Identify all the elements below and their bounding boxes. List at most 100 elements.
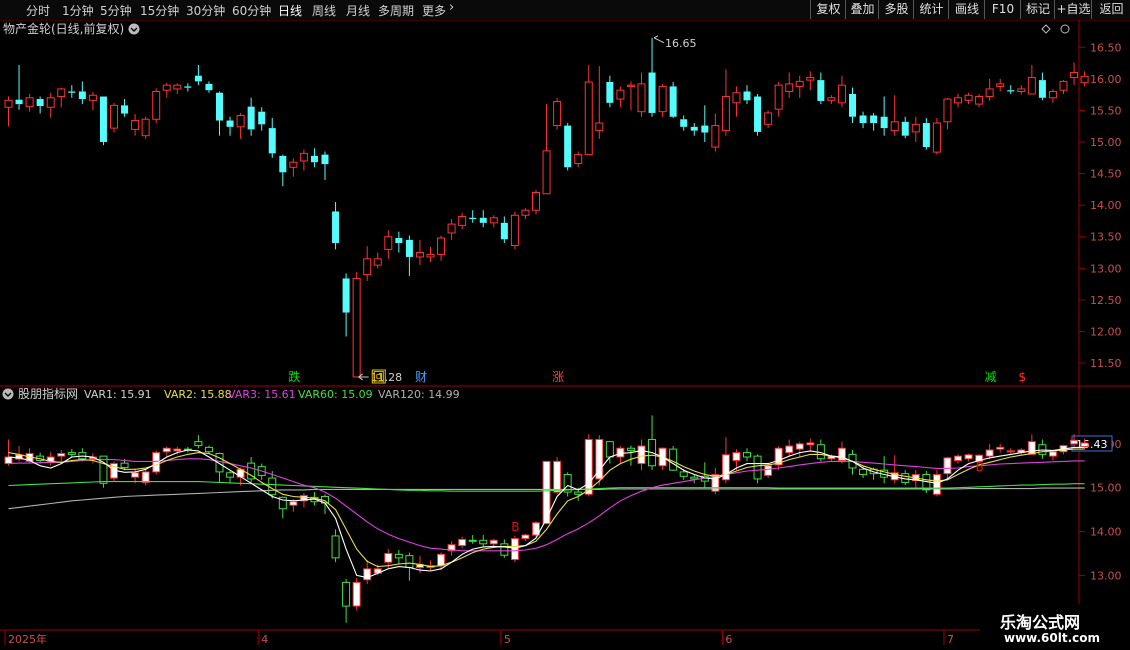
x-tick-label: 2025年	[8, 632, 47, 646]
candle-down	[258, 111, 266, 125]
candle-up	[721, 96, 730, 132]
ind-candle-up	[932, 474, 941, 495]
candle-up	[954, 97, 962, 104]
ind-candle-down	[479, 539, 488, 545]
candle-down	[405, 239, 413, 257]
candle-up	[384, 236, 393, 250]
candle-up	[521, 209, 530, 216]
candle-down	[15, 99, 23, 105]
ind-candle-up	[521, 534, 530, 540]
ind-candle-down	[468, 539, 477, 542]
candle-up	[764, 112, 773, 125]
kline-chart: 16.50 16.00 15.50 15.00 14.50 14.00 13.50 13.00…	[0, 20, 1130, 646]
ind-candle-down	[120, 462, 129, 469]
candle-up	[352, 277, 361, 378]
candle-up	[236, 114, 245, 128]
candle-up	[299, 152, 308, 162]
candle-down	[500, 222, 508, 240]
ind-candle-down	[194, 441, 203, 447]
x-tick-label: 6	[725, 633, 732, 646]
buy-marker: B	[975, 460, 983, 474]
candle-up	[890, 121, 899, 132]
candle-down	[194, 75, 202, 82]
candle-up	[46, 97, 55, 108]
ind-candle-up	[384, 552, 393, 563]
ind-candle-up	[289, 501, 298, 506]
ind-candle-up	[553, 460, 562, 493]
ind-candle-up	[131, 472, 140, 478]
candle-down	[743, 91, 751, 101]
indicator-legend-item: VAR120: 14.99	[378, 388, 460, 401]
ind-candle-down	[268, 477, 277, 496]
candle-down	[184, 86, 192, 88]
indicator-legend-item: VAR2: 15.88	[164, 388, 232, 401]
candle-down	[279, 155, 287, 173]
candle-down	[817, 80, 825, 101]
chart-title: 物产金轮(日线,前复权)	[3, 21, 124, 36]
y-tick-label: 14.50	[1090, 168, 1122, 181]
ind-candle-down	[342, 581, 351, 607]
candle-up	[626, 84, 635, 87]
ind-candle-up	[764, 465, 773, 476]
ind-candle-down	[626, 447, 635, 451]
candle-up	[57, 88, 66, 98]
candle-down	[216, 92, 223, 121]
candle-up	[553, 101, 562, 127]
circle-icon	[1060, 24, 1070, 34]
chevron-down-circle-icon	[2, 388, 14, 400]
ind-candle-up	[162, 447, 171, 453]
candle-down	[205, 83, 213, 91]
candle-up	[426, 253, 435, 258]
ind-candle-down	[405, 555, 414, 568]
candle-up	[732, 92, 741, 104]
indicator-legend-item: VAR1: 15.91	[84, 388, 152, 401]
candle-up	[510, 214, 519, 247]
ind-candle-down	[669, 448, 678, 471]
candle-down	[564, 125, 572, 168]
ind-candle-down	[394, 553, 403, 559]
indicator-legend-item: VAR60: 15.09	[298, 388, 373, 401]
candle-down	[342, 278, 350, 313]
candle-up	[110, 104, 118, 129]
candle-up	[1048, 90, 1057, 99]
candle-up	[943, 98, 952, 123]
candle-up	[532, 192, 540, 211]
candle-up	[985, 88, 994, 98]
y-tick-label: 12.00	[1090, 325, 1122, 338]
ind-candle-up	[732, 452, 741, 462]
y-tick-label: 14.00	[1090, 199, 1122, 212]
ind-candle-up	[964, 454, 973, 460]
candle-up	[795, 80, 804, 87]
watermark-title: 乐淘公式网	[1000, 613, 1081, 632]
candle-up	[1027, 77, 1036, 95]
candle-up	[415, 252, 424, 258]
y-tick-label: 11.50	[1090, 357, 1122, 370]
ind-candle-up	[1027, 441, 1036, 455]
diamond-icon	[1041, 24, 1051, 34]
y-tick-label: 12.50	[1090, 294, 1122, 307]
candle-down	[68, 91, 76, 93]
ind-candle-down	[605, 441, 614, 458]
ind-candle-up	[1070, 439, 1079, 445]
candle-up	[4, 99, 13, 108]
candle-up	[1017, 88, 1026, 92]
candle-up	[785, 83, 794, 92]
ind-candle-up	[1048, 451, 1057, 457]
candle-down	[310, 155, 318, 163]
candle-down	[268, 128, 276, 154]
candle-down	[247, 106, 255, 130]
ind-candle-up	[352, 581, 361, 607]
candle-up	[25, 97, 34, 108]
x-tick-label: 4	[261, 633, 268, 646]
ind-candle-down	[690, 476, 699, 480]
candle-up	[1070, 72, 1079, 79]
event-marker: $	[1018, 370, 1026, 384]
ind-candle-up	[437, 553, 446, 567]
y-tick-label: 15.00	[1090, 482, 1122, 495]
ind-candle-down	[204, 446, 213, 453]
ind-candle-up	[785, 445, 794, 454]
ind-candle-down	[500, 543, 509, 556]
candle-down	[880, 116, 888, 129]
ind-candle-up	[584, 438, 593, 495]
y-tick-label: 15.50	[1090, 104, 1122, 117]
